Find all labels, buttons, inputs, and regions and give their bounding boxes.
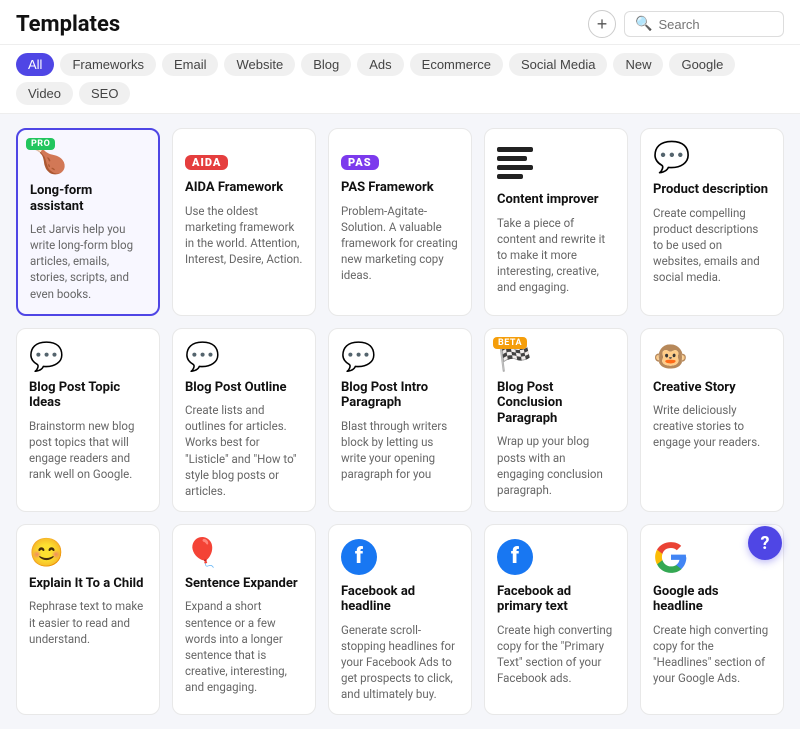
- card-desc: Create high converting copy for the "Pri…: [497, 622, 615, 686]
- card-icon: 💬: [29, 343, 147, 371]
- header-left: Templates: [16, 12, 120, 37]
- card-title: Product description: [653, 182, 771, 198]
- card-desc: Create lists and outlines for articles. …: [185, 402, 303, 499]
- google-icon: [653, 539, 689, 575]
- card-title: Content improver: [497, 192, 615, 208]
- aida-icon: AIDA: [185, 140, 228, 173]
- filter-btn-seo[interactable]: SEO: [79, 82, 130, 105]
- filter-btn-website[interactable]: Website: [224, 53, 295, 76]
- card-desc: Expand a short sentence or a few words i…: [185, 598, 303, 695]
- card-title: Explain It To a Child: [29, 576, 147, 592]
- template-card-blog-conclusion[interactable]: Beta 🏁 Blog Post Conclusion Paragraph Wr…: [484, 328, 628, 512]
- header: Templates + 🔍: [0, 0, 800, 45]
- template-card-fb-headline[interactable]: f Facebook ad headline Generate scroll-s…: [328, 524, 472, 716]
- template-card-blog-intro[interactable]: 💬 Blog Post Intro Paragraph Blast throug…: [328, 328, 472, 512]
- card-desc: Write deliciously creative stories to en…: [653, 402, 771, 450]
- filter-btn-google[interactable]: Google: [669, 53, 735, 76]
- card-desc: Let Jarvis help you write long-form blog…: [30, 221, 146, 301]
- template-card-aida[interactable]: AIDA AIDA Framework Use the oldest marke…: [172, 128, 316, 316]
- template-card-blog-outline[interactable]: 💬 Blog Post Outline Create lists and out…: [172, 328, 316, 512]
- card-icon: 💬: [185, 343, 303, 371]
- filter-btn-blog[interactable]: Blog: [301, 53, 351, 76]
- card-badge: Beta: [493, 337, 527, 349]
- card-title: Creative Story: [653, 380, 771, 396]
- template-card-explain-child[interactable]: 😊 Explain It To a Child Rephrase text to…: [16, 524, 160, 716]
- template-card-blog-topic[interactable]: 💬 Blog Post Topic Ideas Brainstorm new b…: [16, 328, 160, 512]
- facebook-icon: f: [497, 539, 533, 575]
- card-desc: Rephrase text to make it easier to read …: [29, 598, 147, 646]
- chat-blue-icon: 💬: [341, 340, 376, 373]
- card-icon: f: [341, 539, 459, 575]
- card-badge: PRO: [26, 138, 55, 150]
- monkey-icon: 🐵: [653, 340, 688, 373]
- filter-btn-ads[interactable]: Ads: [357, 53, 403, 76]
- filter-btn-all[interactable]: All: [16, 53, 54, 76]
- card-icon: 🎈: [185, 539, 303, 567]
- search-icon: 🔍: [635, 16, 652, 32]
- card-desc: Wrap up your blog posts with an engaging…: [497, 433, 615, 497]
- chat-blue-icon: 💬: [185, 340, 220, 373]
- filter-bar: All Frameworks EmailWebsite Blog Ads Ecommerc…: [0, 45, 800, 114]
- card-desc: Problem-Agitate-Solution. A valuable fra…: [341, 203, 459, 283]
- search-input[interactable]: [658, 17, 773, 32]
- card-icon: f: [497, 539, 615, 575]
- filter-btn-ecommerce[interactable]: Ecommerce: [410, 53, 503, 76]
- add-button[interactable]: +: [588, 10, 616, 38]
- card-icon: 💬: [341, 343, 459, 371]
- card-title: PAS Framework: [341, 180, 459, 196]
- card-icon: 🐵: [653, 343, 771, 371]
- card-desc: Take a piece of content and rewrite it t…: [497, 215, 615, 295]
- card-desc: Create high converting copy for the "Hea…: [653, 622, 771, 686]
- search-box: 🔍: [624, 11, 784, 37]
- card-title: Blog Post Intro Paragraph: [341, 380, 459, 411]
- template-card-fb-primary[interactable]: f Facebook ad primary text Create high c…: [484, 524, 628, 716]
- card-desc: Brainstorm new blog post topics that wil…: [29, 418, 147, 482]
- card-icon: 😊: [29, 539, 147, 567]
- pas-icon: PAS: [341, 140, 379, 173]
- card-title: Sentence Expander: [185, 576, 303, 592]
- template-card-creative-story[interactable]: 🐵 Creative Story Write deliciously creat…: [640, 328, 784, 512]
- card-icon: PAS: [341, 143, 459, 171]
- card-title: AIDA Framework: [185, 180, 303, 196]
- card-desc: Use the oldest marketing framework in th…: [185, 203, 303, 267]
- card-title: Facebook ad primary text: [497, 584, 615, 615]
- lines-icon: [497, 147, 615, 179]
- filter-btn-new[interactable]: New: [613, 53, 663, 76]
- template-card-pas[interactable]: PAS PAS Framework Problem-Agitate-Soluti…: [328, 128, 472, 316]
- template-card-content-improver[interactable]: Content improver Take a piece of content…: [484, 128, 628, 316]
- card-desc: Generate scroll-stopping headlines for y…: [341, 622, 459, 702]
- bubble-icon: 💬: [653, 140, 690, 175]
- facebook-icon: f: [341, 539, 377, 575]
- filter-btn-social-media[interactable]: Social Media: [509, 53, 607, 76]
- template-card-product-desc[interactable]: 💬 Product description Create compelling …: [640, 128, 784, 316]
- child-icon: 😊: [29, 536, 64, 569]
- card-icon: AIDA: [185, 143, 303, 171]
- filter-btn-video[interactable]: Video: [16, 82, 73, 105]
- balloon-icon: 🎈: [185, 536, 220, 569]
- card-title: Blog Post Topic Ideas: [29, 380, 147, 411]
- card-desc: Create compelling product descriptions t…: [653, 205, 771, 285]
- card-desc: Blast through writers block by letting u…: [341, 418, 459, 482]
- template-card-longform[interactable]: PRO 🍗 Long-form assistant Let Jarvis hel…: [16, 128, 160, 316]
- card-icon: 💬: [653, 143, 771, 173]
- template-grid: PRO 🍗 Long-form assistant Let Jarvis hel…: [0, 114, 800, 729]
- filter-btn-frameworks[interactable]: Frameworks: [60, 53, 156, 76]
- header-right: + 🔍: [588, 10, 784, 38]
- card-title: Facebook ad headline: [341, 584, 459, 615]
- template-card-sentence-expander[interactable]: 🎈 Sentence Expander Expand a short sente…: [172, 524, 316, 716]
- page-title: Templates: [16, 12, 120, 37]
- filter-btn-email[interactable]: Email: [162, 53, 219, 76]
- chat-blue-icon: 💬: [29, 340, 64, 373]
- card-title: Blog Post Outline: [185, 380, 303, 396]
- card-icon: [497, 143, 615, 183]
- card-title: Blog Post Conclusion Paragraph: [497, 380, 615, 427]
- card-title: Long-form assistant: [30, 183, 146, 214]
- help-button[interactable]: ?: [748, 526, 782, 560]
- card-title: Google ads headline: [653, 584, 771, 615]
